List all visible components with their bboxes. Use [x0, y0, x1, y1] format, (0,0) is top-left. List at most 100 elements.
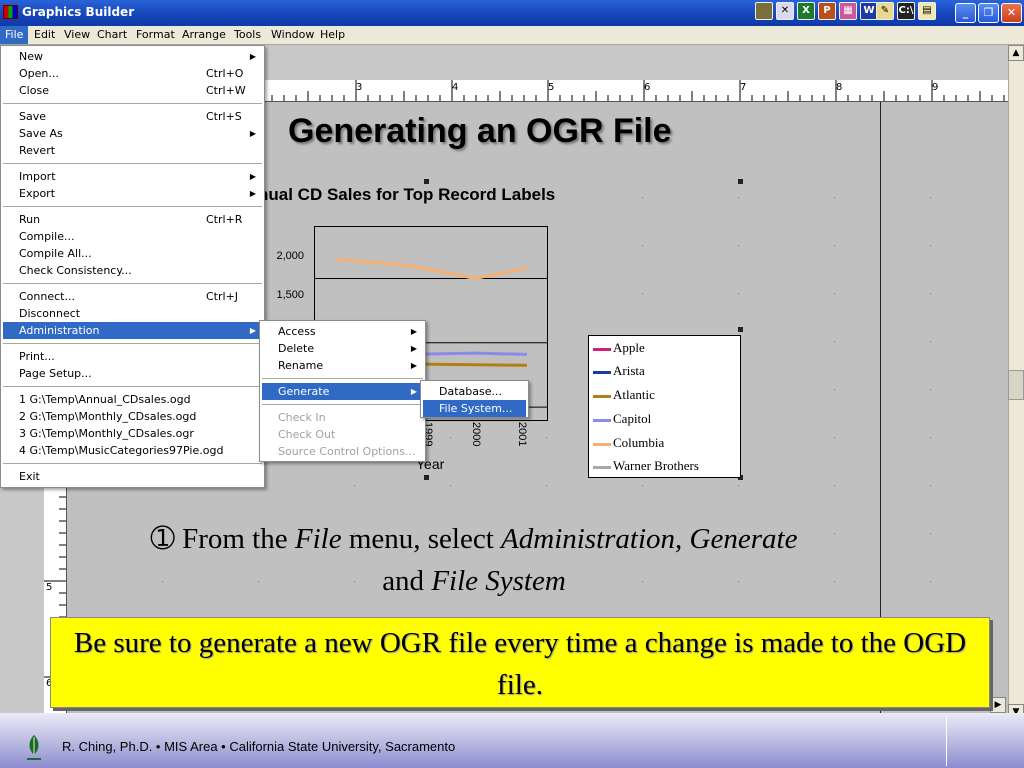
selection-handle[interactable]	[424, 475, 429, 480]
menu-item-revert[interactable]: Revert	[3, 142, 262, 159]
notepad-icon[interactable]: ✎	[876, 2, 894, 20]
menu-bar: File Edit View Chart Format Arrange Tool…	[0, 26, 1024, 45]
menu-file[interactable]: File	[0, 26, 29, 44]
menu-item-export[interactable]: Export ▶	[3, 185, 262, 202]
grid-dot	[930, 581, 931, 582]
menu-view[interactable]: View	[59, 26, 95, 44]
menu-format[interactable]: Format	[131, 26, 180, 44]
grid-dot	[738, 485, 739, 486]
menu-item-4-g-temp-musiccategories97pie-ogd[interactable]: 4 G:\Temp\MusicCategories97Pie.ogd	[3, 442, 262, 459]
menu-item-label: 2 G:\Temp\Monthly_CDsales.ogd	[19, 410, 197, 423]
legend-item: Arista	[593, 362, 645, 380]
ruler-number: 5	[46, 582, 53, 593]
menu-item-import[interactable]: Import ▶	[3, 168, 262, 185]
minimize-button[interactable]: _	[955, 3, 976, 23]
administration-submenu: Access ▶ Delete ▶ Rename ▶ Generate ▶ Check In Ch…	[259, 320, 426, 462]
scroll-thumb[interactable]	[1008, 370, 1024, 400]
window-title: Graphics Builder	[22, 5, 135, 19]
menu-item-database[interactable]: Database...	[423, 383, 526, 400]
grid-dot	[642, 245, 643, 246]
submenu-arrow-icon: ▶	[249, 326, 256, 335]
menu-separator	[3, 163, 262, 164]
instruction-part: From the	[174, 523, 295, 555]
excel-icon[interactable]: X	[797, 2, 815, 20]
menu-item-save[interactable]: Save Ctrl+S	[3, 108, 262, 125]
menu-item-generate[interactable]: Generate ▶	[262, 383, 423, 400]
folder-icon[interactable]: ▤	[918, 2, 936, 20]
menu-shortcut: Ctrl+R	[206, 213, 243, 226]
powerpoint-icon[interactable]: P	[818, 2, 836, 20]
ruler-number: 5	[548, 82, 555, 93]
menu-item-label: Save As	[19, 127, 63, 140]
menu-arrange[interactable]: Arrange	[177, 26, 231, 44]
menu-item-close[interactable]: Close Ctrl+W	[3, 82, 262, 99]
selection-handle[interactable]	[738, 179, 743, 184]
menu-edit[interactable]: Edit	[29, 26, 60, 44]
selection-handle[interactable]	[424, 179, 429, 184]
menu-item-source-control-options: Source Control Options...	[262, 443, 423, 460]
grid-dot	[642, 485, 643, 486]
menu-item-1-g-temp-annual-cdsales-ogd[interactable]: 1 G:\Temp\Annual_CDsales.ogd	[3, 391, 262, 408]
scroll-up-button[interactable]: ▲	[1008, 45, 1024, 61]
menu-shortcut: Ctrl+W	[206, 84, 246, 97]
menu-item-file-system[interactable]: File System...	[423, 400, 526, 417]
menu-item-save-as[interactable]: Save As ▶	[3, 125, 262, 142]
legend-item: Atlantic	[593, 386, 655, 404]
menu-item-administration[interactable]: Administration ▶	[3, 322, 262, 339]
menu-item-2-g-temp-monthly-cdsales-ogd[interactable]: 2 G:\Temp\Monthly_CDsales.ogd	[3, 408, 262, 425]
menu-separator	[3, 206, 262, 207]
menu-item-compile[interactable]: Compile...	[3, 228, 262, 245]
grid-dot	[354, 485, 355, 486]
grid-dot	[834, 245, 835, 246]
menu-item-connect[interactable]: Connect... Ctrl+J	[3, 288, 262, 305]
menu-item-label: Rename	[278, 359, 324, 372]
grid-dot	[834, 197, 835, 198]
access-icon[interactable]: ▦	[839, 2, 857, 20]
grid-dot	[738, 245, 739, 246]
menu-item-disconnect[interactable]: Disconnect	[3, 305, 262, 322]
menu-item-delete[interactable]: Delete ▶	[262, 340, 423, 357]
menu-item-3-g-temp-monthly-cdsales-ogr[interactable]: 3 G:\Temp\Monthly_CDsales.ogr	[3, 425, 262, 442]
series-line-columbia[interactable]	[336, 257, 528, 281]
menu-window[interactable]: Window	[266, 26, 319, 44]
menu-shortcut: Ctrl+S	[206, 110, 242, 123]
menu-item-print[interactable]: Print...	[3, 348, 262, 365]
scroll-right-button[interactable]: ▶	[990, 697, 1006, 713]
menu-item-new[interactable]: New ▶	[3, 48, 262, 65]
generate-submenu: Database... File System...	[420, 380, 529, 418]
menu-shortcut: Ctrl+O	[206, 67, 244, 80]
menu-item-page-setup[interactable]: Page Setup...	[3, 365, 262, 382]
grid-dot	[930, 293, 931, 294]
slide-title: Generating an OGR File	[288, 112, 672, 150]
menu-item-open[interactable]: Open... Ctrl+O	[3, 65, 262, 82]
menu-separator	[262, 404, 423, 405]
menu-item-check-consistency[interactable]: Check Consistency...	[3, 262, 262, 279]
selection-handle[interactable]	[738, 327, 743, 332]
menu-item-label: 3 G:\Temp\Monthly_CDsales.ogr	[19, 427, 194, 440]
restore-button[interactable]: ❐	[978, 3, 999, 23]
menu-tools[interactable]: Tools	[229, 26, 266, 44]
menu-chart[interactable]: Chart	[92, 26, 132, 44]
menu-separator	[262, 378, 423, 379]
menu-item-compile-all[interactable]: Compile All...	[3, 245, 262, 262]
taskbar-app-icon[interactable]	[755, 2, 773, 20]
submenu-arrow-icon: ▶	[410, 344, 417, 353]
menu-help[interactable]: Help	[315, 26, 350, 44]
menu-item-rename[interactable]: Rename ▶	[262, 357, 423, 374]
menu-separator	[3, 463, 262, 464]
menu-item-run[interactable]: Run Ctrl+R	[3, 211, 262, 228]
menu-item-label: File System...	[439, 402, 513, 415]
close-button[interactable]: ✕	[1001, 3, 1022, 23]
ruler-number: 3	[356, 82, 363, 93]
menu-item-access[interactable]: Access ▶	[262, 323, 423, 340]
menu-item-label: Import	[19, 170, 56, 183]
pointer-tool-icon[interactable]: ✕	[776, 2, 794, 20]
y-tick-label: 1,500	[276, 289, 304, 301]
submenu-arrow-icon: ▶	[249, 189, 256, 198]
instruction-part: ,	[675, 523, 690, 555]
menu-item-exit[interactable]: Exit	[3, 468, 262, 485]
grid-dot	[834, 341, 835, 342]
instruction-part: menu, select	[341, 523, 502, 555]
command-prompt-icon[interactable]: C:\	[897, 2, 915, 20]
chart-legend[interactable]: Apple Arista Atlantic Capitol Columbia W…	[588, 335, 741, 478]
